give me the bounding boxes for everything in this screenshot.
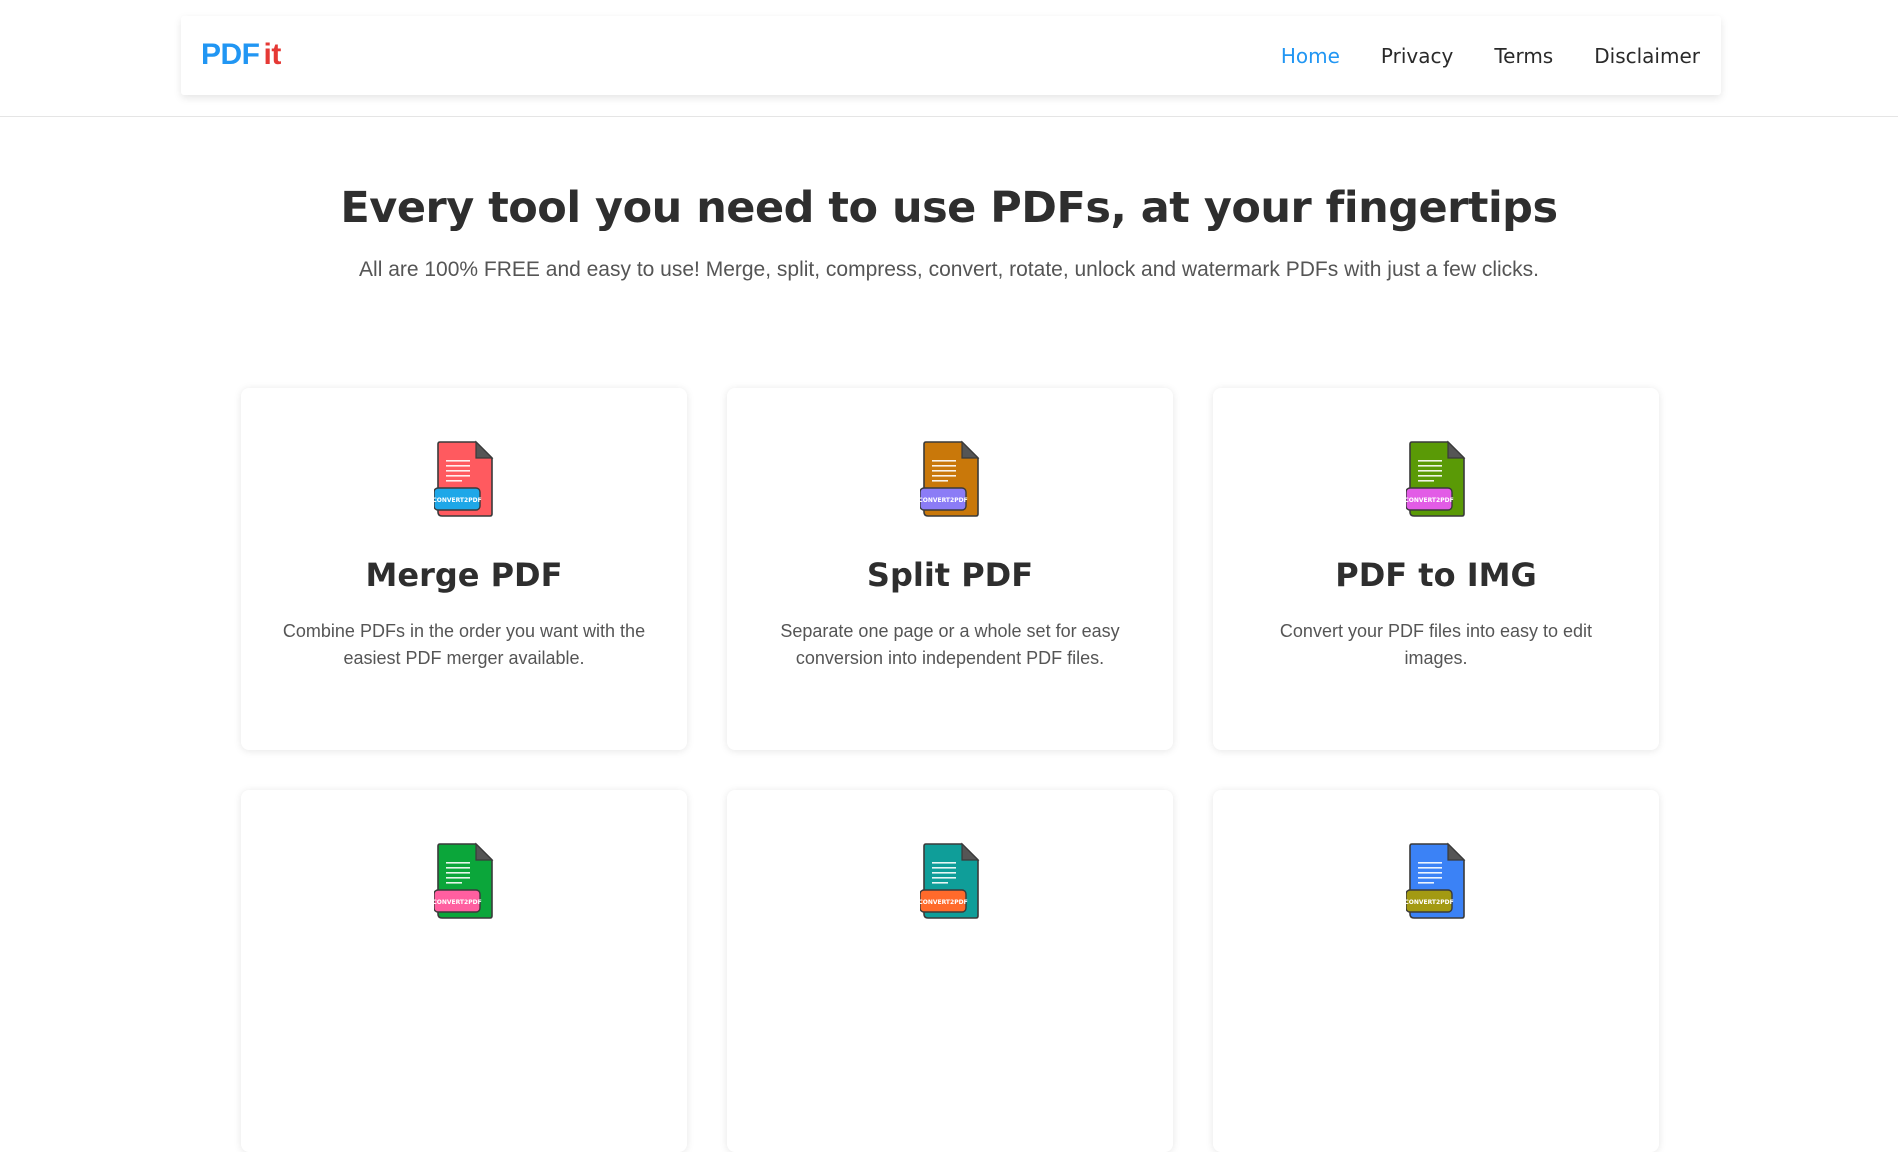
- tool-file-icon: CONVERT2PDF: [434, 842, 494, 919]
- nav-privacy-link[interactable]: Privacy: [1381, 44, 1453, 68]
- tool-card-split-pdf[interactable]: CONVERT2PDF Split PDF Separate one page …: [727, 388, 1173, 750]
- svg-text:CONVERT2PDF: CONVERT2PDF: [1406, 497, 1454, 504]
- nav-home-link[interactable]: Home: [1281, 44, 1340, 68]
- svg-text:CONVERT2PDF: CONVERT2PDF: [920, 497, 968, 504]
- svg-text:CONVERT2PDF: CONVERT2PDF: [434, 899, 482, 906]
- navbar: PDF it Home Privacy Terms Disclaimer: [181, 16, 1721, 95]
- tool-card[interactable]: CONVERT2PDF: [241, 790, 687, 1152]
- tool-card-pdf-to-img[interactable]: CONVERT2PDF PDF to IMG Convert your PDF …: [1213, 388, 1659, 750]
- nav-terms-link[interactable]: Terms: [1494, 44, 1553, 68]
- tool-card-description: Convert your PDF files into easy to edit…: [1279, 621, 1593, 668]
- split-pdf-file-icon: CONVERT2PDF: [920, 440, 980, 517]
- tool-card-description: Combine PDFs in the order you want with …: [282, 621, 646, 668]
- svg-text:CONVERT2PDF: CONVERT2PDF: [434, 497, 482, 504]
- logo-text-pdf: PDF: [201, 38, 260, 71]
- hero-title: Every tool you need to use PDFs, at your…: [340, 183, 1558, 233]
- tool-card-merge-pdf[interactable]: CONVERT2PDF Merge PDF Combine PDFs in th…: [241, 388, 687, 750]
- pdf-to-img-file-icon: CONVERT2PDF: [1406, 440, 1466, 517]
- tool-card-title: Split PDF: [866, 556, 1034, 594]
- tool-file-icon: CONVERT2PDF: [920, 842, 980, 919]
- site-header: PDF it Home Privacy Terms Disclaimer: [0, 0, 1898, 117]
- hero-subtitle: All are 100% FREE and easy to use! Merge…: [359, 258, 1539, 281]
- site-logo[interactable]: PDF it: [201, 38, 281, 72]
- main-nav: Home Privacy Terms Disclaimer: [1281, 44, 1700, 68]
- tool-card-description: Separate one page or a whole set for eas…: [780, 621, 1120, 668]
- tool-file-icon: CONVERT2PDF: [1406, 842, 1466, 919]
- tool-card[interactable]: CONVERT2PDF: [727, 790, 1173, 1152]
- nav-disclaimer-link[interactable]: Disclaimer: [1594, 44, 1700, 68]
- tool-card-title: Merge PDF: [365, 556, 563, 594]
- tool-card-title: PDF to IMG: [1335, 556, 1537, 594]
- merge-pdf-file-icon: CONVERT2PDF: [434, 440, 494, 517]
- svg-text:CONVERT2PDF: CONVERT2PDF: [920, 899, 968, 906]
- tool-card[interactable]: CONVERT2PDF: [1213, 790, 1659, 1152]
- svg-text:CONVERT2PDF: CONVERT2PDF: [1406, 899, 1454, 906]
- logo-text-it: it: [263, 38, 282, 71]
- tools-grid: CONVERT2PDF Merge PDF Combine PDFs in th…: [241, 388, 1661, 1152]
